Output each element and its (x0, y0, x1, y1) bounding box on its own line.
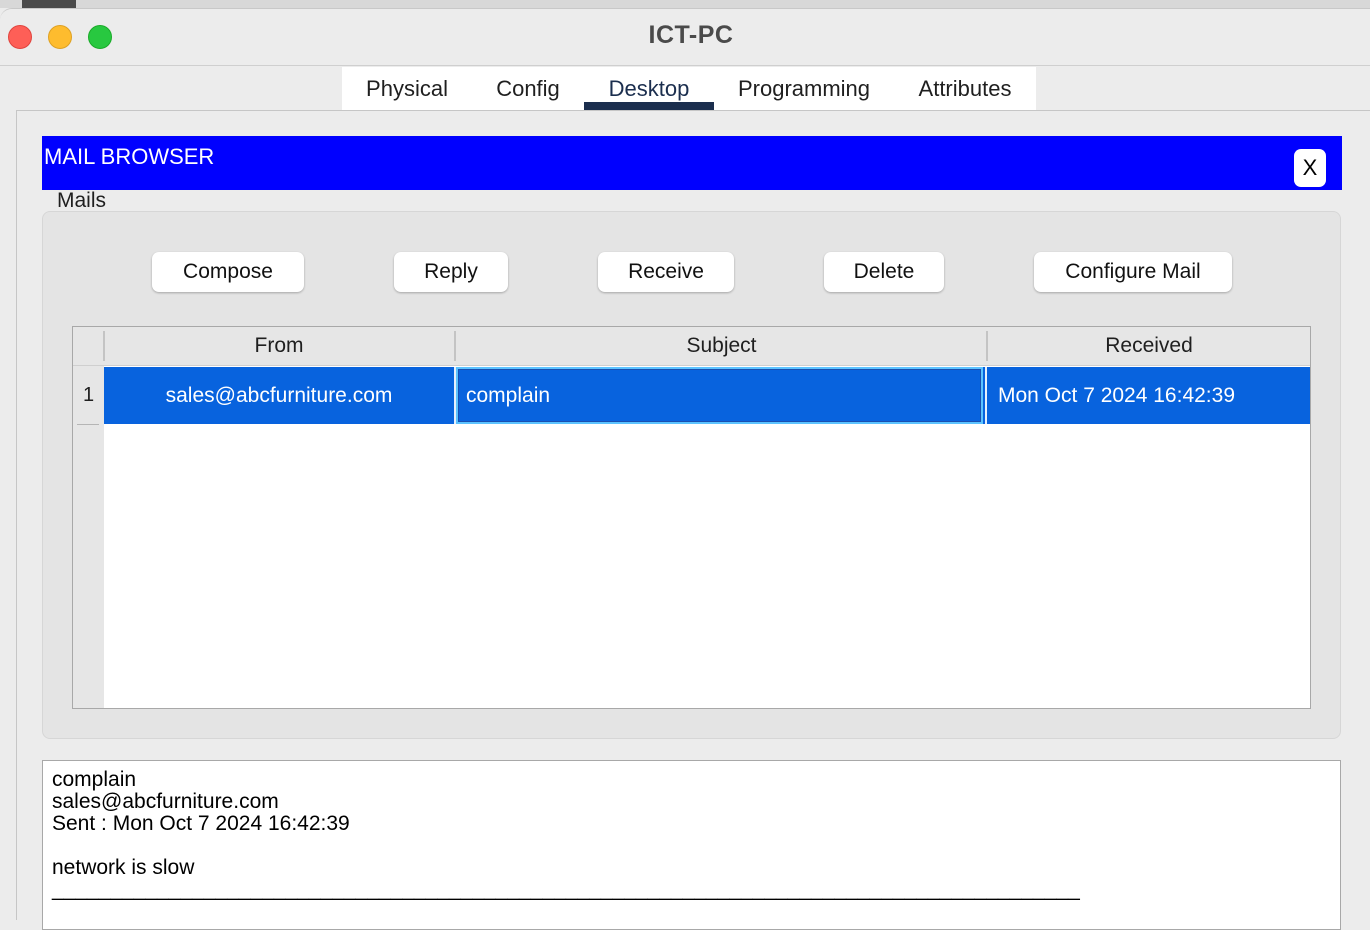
table-row[interactable]: sales@abcfurniture.com complain Mon Oct … (104, 367, 1310, 424)
mail-table: From Subject Received 1 sales@abcfurnitu… (72, 326, 1311, 709)
message-subject: complain (52, 768, 137, 791)
message-preview[interactable]: complain sales@abcfurniture.com Sent : M… (42, 760, 1341, 930)
cell-received[interactable]: Mon Oct 7 2024 16:42:39 (987, 367, 1310, 424)
tab-attributes[interactable]: Attributes (894, 67, 1036, 110)
mails-group-label: Mails (57, 189, 107, 212)
mail-browser-title: MAIL BROWSER (44, 144, 215, 169)
delete-button[interactable]: Delete (824, 252, 944, 292)
table-header: From Subject Received (73, 327, 1310, 366)
cell-subject[interactable]: complain (456, 367, 983, 424)
reply-button[interactable]: Reply (394, 252, 508, 292)
mail-browser-header: MAIL BROWSER X (42, 136, 1342, 190)
column-header-subject[interactable]: Subject (456, 327, 987, 365)
title-bar: ICT-PC (0, 9, 1370, 66)
row-divider (77, 424, 99, 425)
message-separator: ________________________________________… (52, 878, 1080, 901)
row-number[interactable]: 1 (73, 367, 104, 424)
close-mail-browser-button[interactable]: X (1294, 149, 1326, 187)
tab-desktop[interactable]: Desktop (584, 67, 714, 110)
column-separator (103, 331, 105, 361)
tab-programming[interactable]: Programming (714, 67, 894, 110)
message-from: sales@abcfurniture.com (52, 790, 279, 813)
column-header-from[interactable]: From (104, 327, 454, 365)
top-strip-tab (22, 0, 76, 8)
tab-config[interactable]: Config (472, 67, 584, 110)
window-title: ICT-PC (648, 21, 734, 49)
tab-physical[interactable]: Physical (342, 67, 472, 110)
column-header-received[interactable]: Received (988, 327, 1310, 365)
message-body: network is slow (52, 856, 195, 879)
top-strip (0, 0, 1370, 8)
compose-button[interactable]: Compose (152, 252, 304, 292)
message-sent: Sent : Mon Oct 7 2024 16:42:39 (52, 812, 350, 835)
cell-from[interactable]: sales@abcfurniture.com (104, 367, 454, 424)
tab-bar: Physical Config Desktop Programming Attr… (342, 67, 1036, 110)
configure-mail-button[interactable]: Configure Mail (1034, 252, 1232, 292)
receive-button[interactable]: Receive (598, 252, 734, 292)
